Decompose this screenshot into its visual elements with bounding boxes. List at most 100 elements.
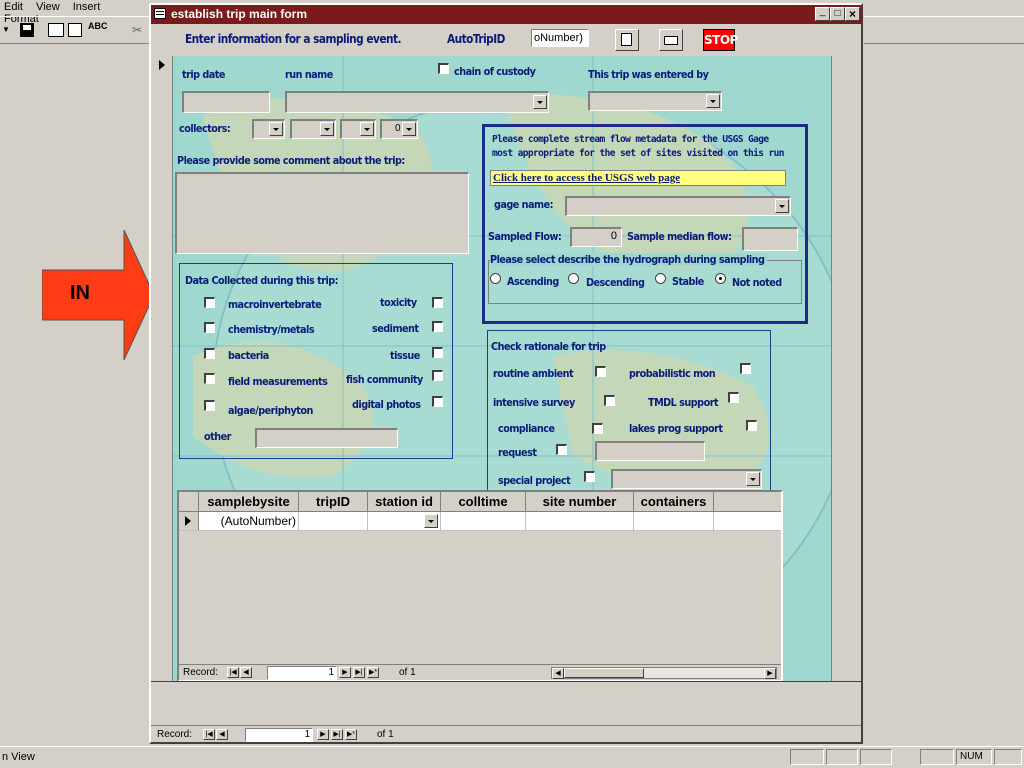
request-checkbox[interactable] — [556, 444, 567, 455]
chevron-down-icon[interactable] — [775, 199, 789, 213]
compliance-checkbox[interactable] — [592, 423, 603, 434]
record-selector[interactable] — [151, 56, 173, 724]
print-icon[interactable] — [48, 23, 64, 37]
probabilistic-mon-checkbox[interactable] — [740, 363, 751, 374]
median-flow-field[interactable] — [742, 227, 798, 251]
trip-date-field[interactable] — [182, 91, 270, 113]
menu-view[interactable]: View — [36, 1, 60, 13]
save-icon[interactable] — [20, 23, 34, 37]
chain-of-custody-checkbox[interactable] — [438, 63, 449, 74]
form-window[interactable]: establish trip main form _ □ × Enter inf… — [149, 3, 863, 744]
minimize-button[interactable]: _ — [815, 7, 830, 21]
other-field[interactable] — [255, 428, 398, 448]
main-first-record-button[interactable]: |◀ — [203, 729, 215, 740]
chevron-down-icon[interactable] — [360, 122, 374, 136]
descending-radio[interactable] — [568, 273, 579, 284]
last-record-button[interactable]: ▶| — [353, 667, 365, 678]
usgs-link[interactable]: Click here to access the USGS web page — [490, 170, 786, 186]
prev-record-button[interactable]: ◀ — [240, 667, 252, 678]
collector-1-dropdown[interactable] — [252, 119, 285, 139]
run-name-dropdown[interactable] — [285, 91, 549, 113]
stable-radio[interactable] — [655, 273, 666, 284]
collector-2-dropdown[interactable] — [290, 119, 336, 139]
col-tripid[interactable]: tripID — [299, 492, 368, 512]
menu-insert[interactable]: Insert — [73, 1, 101, 13]
gage-name-dropdown[interactable] — [565, 196, 791, 216]
main-record-number[interactable]: 1 — [245, 728, 313, 742]
toxicity-checkbox[interactable] — [432, 297, 443, 308]
fish-community-checkbox[interactable] — [432, 370, 443, 381]
col-containers[interactable]: containers — [634, 492, 714, 512]
cell-tripid[interactable] — [299, 512, 368, 530]
special-project-checkbox[interactable] — [584, 471, 595, 482]
scroll-right-button[interactable]: ▶ — [764, 668, 776, 679]
table-row[interactable]: (AutoNumber) — [179, 512, 781, 531]
first-record-button[interactable]: |◀ — [227, 667, 239, 678]
main-new-record-button[interactable]: ▶* — [345, 729, 357, 740]
sediment-checkbox[interactable] — [432, 321, 443, 332]
collector-3-dropdown[interactable] — [340, 119, 376, 139]
col-samplebysite[interactable]: samplebysite — [199, 492, 299, 512]
stop-button[interactable]: STOP — [703, 29, 738, 51]
routine-ambient-checkbox[interactable] — [595, 366, 606, 377]
main-prev-record-button[interactable]: ◀ — [216, 729, 228, 740]
col-colltime[interactable]: colltime — [441, 492, 526, 512]
chevron-down-icon[interactable] — [402, 122, 416, 136]
cell-colltime[interactable] — [441, 512, 526, 530]
chevron-down-icon[interactable] — [533, 95, 547, 109]
col-site-number[interactable]: site number — [526, 492, 634, 512]
subform-record-number[interactable]: 1 — [267, 666, 337, 680]
row-selector[interactable] — [179, 512, 199, 530]
print-button[interactable] — [659, 29, 683, 51]
collector-4-dropdown[interactable]: 0 — [380, 119, 418, 139]
horizontal-scrollbar[interactable]: ◀ ▶ — [551, 667, 777, 679]
cell-containers[interactable] — [634, 512, 714, 530]
menu-edit[interactable]: Edit — [4, 1, 23, 13]
tissue-checkbox[interactable] — [432, 347, 443, 358]
chevron-down-icon[interactable] — [746, 472, 760, 486]
cell-site-number[interactable] — [526, 512, 634, 530]
sampled-flow-field[interactable]: 0 — [570, 227, 622, 247]
special-project-dropdown[interactable] — [611, 469, 762, 489]
chevron-down-icon[interactable] — [424, 514, 438, 528]
next-record-button[interactable]: ▶ — [339, 667, 351, 678]
chevron-down-icon[interactable] — [320, 122, 334, 136]
samplebysite-subform[interactable]: samplebysite tripID station id colltime … — [177, 490, 783, 682]
main-navigation: Record: |◀ ◀ 1 ▶ ▶| ▶* of 1 — [151, 725, 861, 742]
chevron-down-icon[interactable] — [706, 94, 720, 108]
ascending-radio[interactable] — [490, 273, 501, 284]
toolbar-dropdown-arrow-icon[interactable]: ▼ — [2, 25, 10, 34]
macroinvertebrate-checkbox[interactable] — [204, 297, 215, 308]
cell-samplebysite[interactable]: (AutoNumber) — [199, 512, 299, 530]
vertical-scrollbar[interactable] — [831, 56, 861, 683]
scroll-thumb[interactable] — [564, 668, 644, 678]
autotripid-field[interactable]: oNumber) — [531, 29, 589, 47]
field-measurements-checkbox[interactable] — [204, 373, 215, 384]
new-record-button[interactable]: ▶* — [367, 667, 379, 678]
maximize-button[interactable]: □ — [830, 7, 845, 21]
bacteria-checkbox[interactable] — [204, 348, 215, 359]
intensive-survey-checkbox[interactable] — [604, 395, 615, 406]
title-bar[interactable]: establish trip main form _ □ × — [151, 5, 861, 24]
chemistry-metals-label: chemistry/metals — [228, 323, 315, 336]
not-noted-radio[interactable] — [715, 273, 726, 284]
cut-icon[interactable]: ✂ — [132, 23, 142, 37]
chemistry-metals-checkbox[interactable] — [204, 322, 215, 333]
scroll-left-button[interactable]: ◀ — [552, 668, 564, 679]
request-field[interactable] — [595, 441, 705, 461]
chevron-down-icon[interactable] — [269, 122, 283, 136]
digital-photos-checkbox[interactable] — [432, 396, 443, 407]
print-preview-icon[interactable] — [68, 23, 82, 37]
algae-periphyton-checkbox[interactable] — [204, 400, 215, 411]
tmdl-support-checkbox[interactable] — [728, 392, 739, 403]
spelling-icon[interactable]: ABC — [88, 21, 108, 31]
lakes-prog-support-checkbox[interactable] — [746, 420, 757, 431]
entered-by-dropdown[interactable] — [588, 91, 722, 111]
edit-button[interactable] — [615, 29, 639, 51]
main-next-record-button[interactable]: ▶ — [317, 729, 329, 740]
cell-station-id[interactable] — [368, 512, 441, 530]
col-station-id[interactable]: station id — [368, 492, 441, 512]
close-button[interactable]: × — [845, 7, 860, 21]
main-last-record-button[interactable]: ▶| — [331, 729, 343, 740]
comment-textarea[interactable] — [175, 172, 469, 254]
